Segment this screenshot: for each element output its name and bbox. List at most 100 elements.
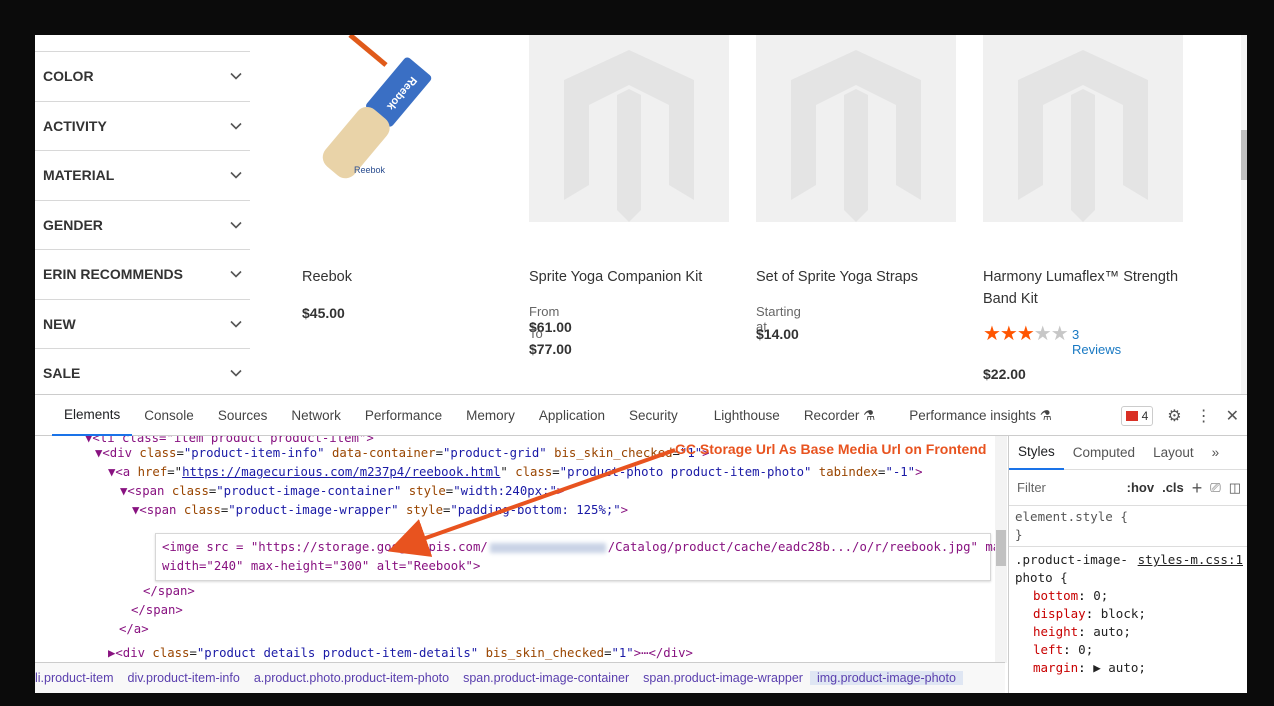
breadcrumb-item[interactable]: li.product-item — [35, 671, 121, 685]
tab-sources[interactable]: Sources — [206, 395, 280, 436]
product-placeholder-image[interactable] — [756, 35, 956, 222]
elements-scrollbar[interactable] — [995, 436, 1007, 663]
tab-layout[interactable]: Layout — [1144, 436, 1203, 470]
element-style-close: } — [1015, 527, 1023, 542]
product-price: $22.00 — [983, 366, 1026, 382]
breadcrumb-item[interactable]: span.product-image-container — [456, 671, 636, 685]
error-count: 4 — [1141, 408, 1149, 423]
chevron-down-icon — [230, 320, 242, 328]
breadcrumb: li.product-item div.product-item-info a.… — [35, 662, 1005, 693]
css-val: block; — [1100, 606, 1146, 621]
filter-activity[interactable]: ACTIVITY — [35, 100, 250, 151]
filter-label: NEW — [43, 315, 76, 332]
css-declaration[interactable]: height: auto; — [1015, 623, 1241, 641]
cls-toggle[interactable]: .cls — [1162, 479, 1184, 497]
rule-source-link[interactable]: styles-m.css:1 — [1138, 551, 1243, 569]
gear-icon[interactable]: ⚙ — [1167, 406, 1181, 426]
tab-performance-insights[interactable]: Performance insights ⚗ — [897, 395, 1064, 436]
filter-label: ERIN RECOMMENDS — [43, 266, 184, 283]
scrollbar-thumb[interactable] — [996, 530, 1006, 566]
styles-pane: Styles Computed Layout » Filter :hov .cl… — [1008, 436, 1247, 693]
css-val: auto; — [1093, 624, 1131, 639]
more-vertical-icon[interactable]: ⋮ — [1196, 406, 1212, 426]
sidebar-toggle-icon[interactable]: ◫ — [1229, 479, 1241, 497]
price-to: To $77.00 — [529, 326, 572, 357]
filter-erin-recommends[interactable]: ERIN RECOMMENDS — [35, 249, 250, 299]
filter-label: ACTIVITY — [43, 117, 107, 134]
price-to-label: To — [529, 326, 543, 341]
close-icon[interactable]: ✕ — [1226, 406, 1239, 426]
breadcrumb-item[interactable]: span.product-image-wrapper — [636, 671, 810, 685]
tab-more[interactable]: » — [1203, 436, 1229, 470]
brand-text: Reebok — [354, 165, 386, 175]
css-declaration[interactable]: margin: ▶ auto; — [1015, 659, 1241, 677]
tab-lighthouse[interactable]: Lighthouse — [702, 395, 792, 436]
css-declaration[interactable]: left: 0; — [1015, 641, 1241, 659]
plus-icon[interactable]: + — [1192, 479, 1203, 497]
elements-tree: ▼<li class="item product product-item"> … — [35, 436, 1005, 663]
paint-icon[interactable]: ⎚ — [1210, 479, 1220, 497]
scrollbar-thumb[interactable] — [1241, 130, 1247, 180]
devtools-panel: Elements Console Sources Network Perform… — [35, 394, 1247, 693]
product-name[interactable]: Reebok — [302, 266, 502, 288]
css-val: ▶ auto; — [1093, 660, 1146, 675]
filter-material[interactable]: MATERIAL — [35, 150, 250, 200]
star-filled-icon: ★★★ — [983, 323, 1035, 345]
product-image[interactable]: Reebok Reebok — [302, 35, 502, 222]
price-from-label: From — [529, 304, 560, 319]
styles-tabbar: Styles Computed Layout » — [1009, 436, 1247, 470]
annotation-arrow-icon — [387, 448, 676, 557]
breadcrumb-item-selected[interactable]: img.product-image-photo — [809, 671, 963, 685]
chevron-down-icon — [230, 122, 242, 130]
styles-filter-input[interactable]: Filter — [1017, 479, 1119, 497]
css-prop: left — [1033, 642, 1064, 657]
tab-elements[interactable]: Elements — [52, 395, 133, 436]
tab-security[interactable]: Security — [617, 395, 690, 436]
product-name[interactable]: Set of Sprite Yoga Straps — [756, 266, 966, 288]
filter-gender[interactable]: GENDER — [35, 199, 250, 250]
tab-memory[interactable]: Memory — [454, 395, 527, 436]
tab-console[interactable]: Console — [132, 395, 206, 436]
filter-label: MATERIAL — [43, 167, 115, 184]
css-declaration[interactable]: bottom: 0; — [1015, 587, 1241, 605]
filter-new[interactable]: NEW — [35, 298, 250, 349]
rating-stars: ★★★★★ — [983, 321, 1069, 346]
css-rule: .product-image- styles-m.css:1 photo { b… — [1009, 547, 1247, 681]
tab-performance[interactable]: Performance — [353, 395, 454, 436]
element-style-selector[interactable]: element.style { — [1015, 508, 1241, 526]
css-prop: display — [1033, 606, 1086, 621]
css-prop: margin — [1033, 660, 1079, 675]
filter-color[interactable]: COLOR — [35, 51, 250, 101]
error-badge[interactable]: 4 — [1120, 405, 1154, 426]
reviews-link[interactable]: 3 Reviews — [1072, 327, 1121, 357]
rule-selector-cont: photo { — [1015, 570, 1068, 585]
storefront: COLOR ACTIVITY MATERIAL GENDER ERIN RECO… — [35, 35, 1247, 394]
filter-label: COLOR — [43, 68, 94, 85]
css-prop: height — [1033, 624, 1079, 639]
tab-application[interactable]: Application — [527, 395, 617, 436]
star-empty-icon: ★★ — [1033, 323, 1069, 345]
breadcrumb-item[interactable]: div.product-item-info — [121, 671, 247, 685]
product-placeholder-image[interactable] — [983, 35, 1183, 222]
element-style-rule: element.style { } — [1009, 506, 1247, 547]
error-flag-icon — [1125, 410, 1138, 421]
filter-sale[interactable]: SALE — [35, 348, 250, 394]
hov-toggle[interactable]: :hov — [1127, 479, 1154, 497]
product-placeholder-image[interactable] — [529, 35, 729, 222]
breadcrumb-item[interactable]: a.product.photo.product-item-photo — [247, 671, 456, 685]
devtools-actions: 4 ⚙ ⋮ ✕ — [1120, 395, 1239, 436]
css-val: 0; — [1093, 588, 1109, 603]
page-scrollbar[interactable] — [1241, 35, 1247, 394]
tab-computed[interactable]: Computed — [1064, 436, 1144, 470]
filter-label: SALE — [43, 365, 81, 382]
tab-recorder[interactable]: Recorder ⚗ — [792, 395, 887, 436]
product-name[interactable]: Sprite Yoga Companion Kit — [529, 266, 739, 288]
product-name[interactable]: Harmony Lumaflex™ Strength Band Kit — [983, 266, 1188, 310]
filter-label: GENDER — [43, 216, 103, 233]
tab-styles[interactable]: Styles — [1009, 436, 1064, 470]
screen-frame: COLOR ACTIVITY MATERIAL GENDER ERIN RECO… — [35, 35, 1247, 693]
tab-network[interactable]: Network — [279, 395, 353, 436]
css-declaration[interactable]: display: block; — [1015, 605, 1241, 623]
product-price: $14.00 — [756, 326, 799, 342]
css-val: 0; — [1078, 642, 1094, 657]
